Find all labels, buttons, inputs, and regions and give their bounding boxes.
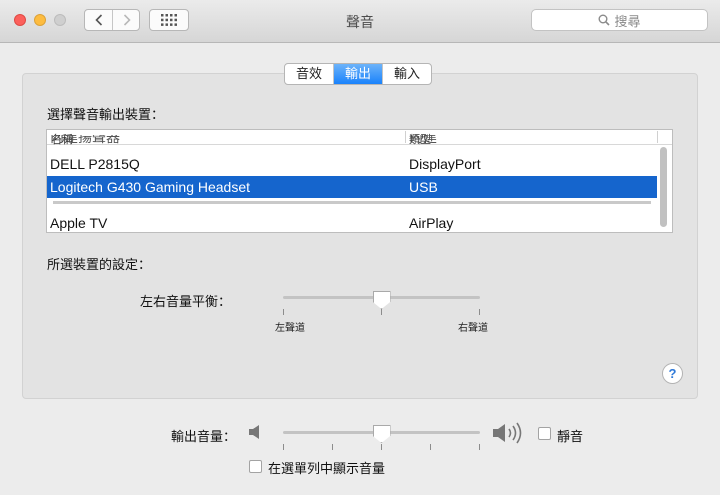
device-name: Apple TV [50,215,108,231]
show-volume-in-menu-bar-checkbox[interactable] [249,460,262,473]
balance-left-label: 左聲道 [275,323,305,334]
tab-input[interactable]: 輸入 [383,64,431,84]
select-output-device-label: 選擇聲音輸出裝置： [47,107,165,122]
table-row[interactable]: DELL P2815Q DisplayPort [47,153,657,175]
search-icon [598,14,611,26]
slider-tick [332,444,333,450]
slider-tick [430,444,431,450]
mute-label: 靜音 [557,429,584,444]
tab-sound-effects[interactable]: 音效 [285,64,335,84]
speaker-low-icon [249,425,259,439]
tab-bar: 音效 輸出 輸入 [284,63,433,85]
output-device-table: 名稱 類型 內建揚聲器 內建 DELL P2815Q DisplayPort L… [46,129,673,233]
slider-tick [479,309,480,315]
device-name: 內建揚聲器 [50,135,120,145]
device-type: 內建 [409,135,437,145]
title-bar: 聲音 搜尋 [0,0,720,43]
table-separator [53,201,651,204]
device-name: DELL P2815Q [50,156,140,172]
table-scrollbar[interactable] [660,147,667,227]
device-name: Logitech G430 Gaming Headset [50,179,251,195]
device-type: USB [409,179,438,195]
slider-tick [381,309,382,315]
search-field[interactable]: 搜尋 [531,9,708,31]
output-volume-label: 輸出音量： [171,429,237,444]
speaker-high-icon [493,422,522,444]
slider-tick [283,444,284,450]
column-divider[interactable] [657,131,658,143]
volume-slider-knob[interactable] [372,425,391,443]
table-row-selected[interactable]: Logitech G430 Gaming Headset USB [47,176,657,198]
slider-tick [479,444,480,450]
slider-tick [283,309,284,315]
slider-tick [381,444,382,450]
help-button[interactable]: ? [662,363,683,384]
tab-output[interactable]: 輸出 [334,64,384,84]
mute-checkbox[interactable] [538,427,551,440]
balance-label: 左右音量平衡： [140,294,232,309]
table-row[interactable]: Apple TV AirPlay [47,212,657,232]
show-volume-in-menu-bar-label: 在選單列中顯示音量 [268,461,386,476]
balance-right-label: 右聲道 [458,323,488,334]
device-type: DisplayPort [409,156,481,172]
search-placeholder: 搜尋 [614,13,641,29]
device-type: AirPlay [409,215,454,231]
selected-device-settings-label: 所選裝置的設定： [47,257,152,272]
table-row[interactable]: 內建揚聲器 內建 [47,135,657,148]
